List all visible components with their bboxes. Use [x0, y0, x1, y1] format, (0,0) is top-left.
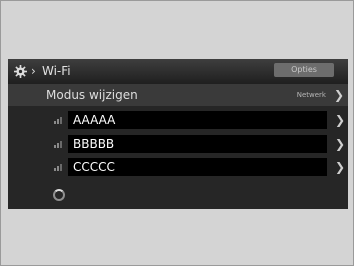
gear-icon[interactable]: [14, 65, 27, 78]
change-mode-label: Modus wijzigen: [46, 88, 138, 102]
change-mode-row[interactable]: Modus wijzigen Netwerk ❯: [8, 84, 348, 106]
network-name: BBBBB: [73, 137, 115, 151]
network-name: AAAAA: [73, 113, 116, 127]
wifi-signal-icon: [54, 117, 62, 124]
network-name: CCCCC: [73, 160, 115, 174]
wifi-signal-icon: [54, 141, 62, 148]
header-bar: › Wi-Fi Opties: [8, 59, 348, 84]
chevron-right-icon: ❯: [334, 160, 345, 174]
network-row[interactable]: BBBBB ❯: [8, 135, 348, 153]
network-row[interactable]: CCCCC ❯: [8, 158, 348, 176]
frame: › Wi-Fi Opties Modus wijzigen Netwerk ❯ …: [0, 0, 354, 266]
network-row[interactable]: AAAAA ❯: [8, 111, 348, 129]
breadcrumb-chevron-icon: ›: [31, 64, 36, 78]
network-name-field: BBBBB: [68, 135, 327, 153]
chevron-right-icon: ❯: [333, 88, 344, 102]
page-title: Wi-Fi: [42, 64, 71, 78]
wifi-signal-icon: [54, 164, 62, 171]
wifi-screen: › Wi-Fi Opties Modus wijzigen Netwerk ❯ …: [8, 59, 348, 209]
options-button[interactable]: Opties: [274, 63, 334, 77]
change-mode-value: Netwerk: [296, 91, 326, 99]
loading-spinner-icon: [53, 189, 65, 201]
network-name-field: AAAAA: [68, 111, 327, 129]
chevron-right-icon: ❯: [334, 113, 345, 127]
network-name-field: CCCCC: [68, 158, 327, 176]
chevron-right-icon: ❯: [334, 137, 345, 151]
